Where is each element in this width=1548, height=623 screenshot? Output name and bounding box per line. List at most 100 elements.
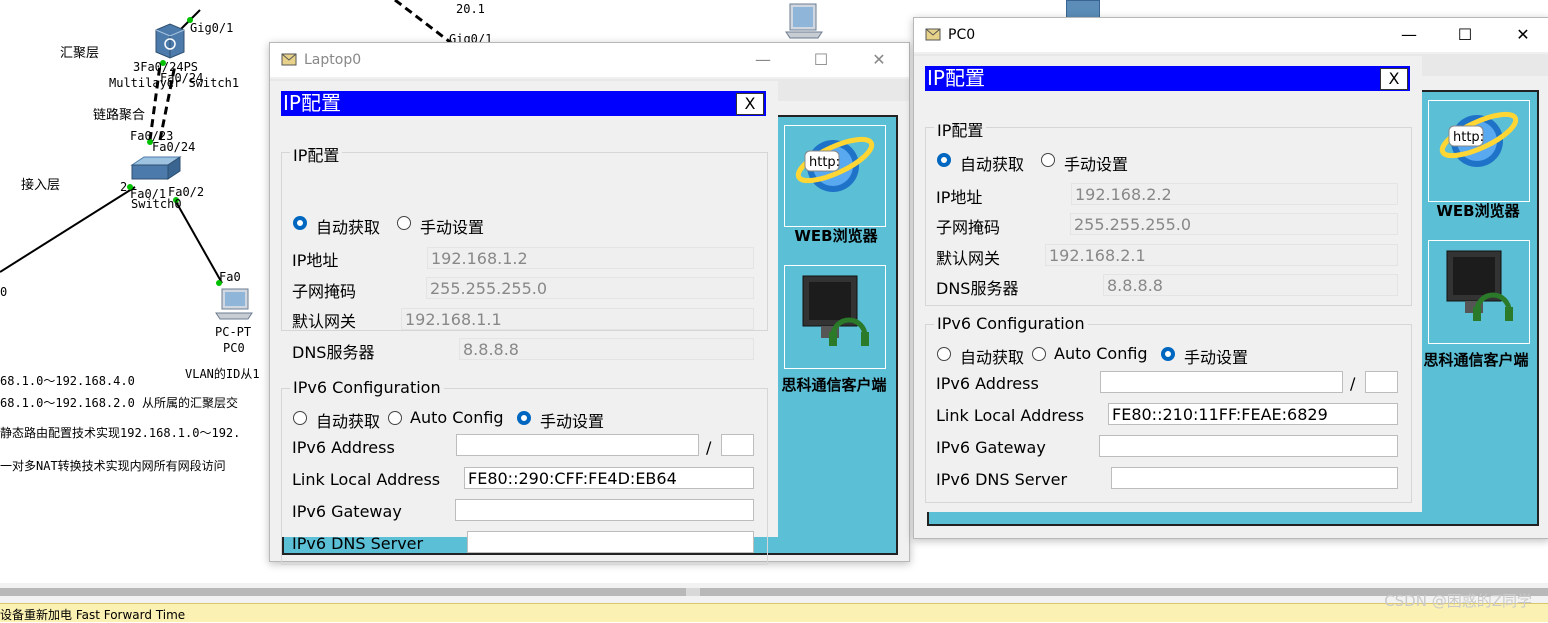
laptop0-ipv6-dns-field[interactable] [467,531,754,553]
status-bar: 设备重新加电 Fast Forward Time [0,603,1548,622]
laptop0-v6-manual-radio[interactable] [517,411,531,425]
pc0-window[interactable]: PC0 — ☐ ✕ http: WEB浏览器 思科通信客户端 IP配置 X IP… [913,17,1548,539]
switch-icon[interactable] [130,155,182,183]
laptop0-ip-config-title: IP配置 [283,91,341,115]
laptop0-dns-label: DNS服务器 [292,343,375,362]
pc0-ip-config-panel: IP配置 X IP配置 自动获取 手动设置 IP地址 192.168.2.2 子… [914,56,1422,512]
laptop0-dhcp-label[interactable]: 自动获取 [316,214,380,238]
pc0-ip-address-field[interactable]: 192.168.2.2 [1071,183,1398,205]
pc0-v6-manual-radio[interactable] [1161,347,1175,361]
sw-left-port-label: 2 [120,180,128,194]
scrollbar-thumb-left[interactable] [0,588,686,596]
laptop-icon[interactable] [784,0,824,40]
laptop0-v6-auto-label[interactable]: 自动获取 [316,408,380,432]
pc-type-label: PC-PT [215,325,252,339]
switch-name-label: Switch0 [131,197,182,211]
laptop0-ipv6-address-field[interactable] [456,434,699,456]
pc0-gateway-field[interactable]: 192.168.2.1 [1045,244,1398,266]
pc0-ipv6-dns-field[interactable] [1111,467,1398,489]
pc0-ipv6-address-field[interactable] [1100,371,1343,393]
pc0-v6-autoconfig-radio[interactable] [1032,347,1046,361]
pc0-dhcp-label[interactable]: 自动获取 [960,151,1024,175]
laptop0-close-button[interactable]: ✕ [856,43,902,77]
laptop0-subnet-mask-field[interactable]: 255.255.255.0 [426,277,754,299]
link-aggregation-label: 链路聚合 [93,108,146,123]
access-layer-label: 接入层 [21,178,61,193]
laptop0-ipv6-dns-label: IPv6 DNS Server [292,534,424,553]
laptop0-subnet-mask-label: 子网掩码 [292,282,357,301]
pc0-ip-config-titlebar: IP配置 X [925,66,1410,91]
laptop0-ipv6-group-title: IPv6 Configuration [290,378,444,397]
pc0-subnet-mask-field[interactable]: 255.255.255.0 [1070,213,1398,235]
note-line-1: 68.1.0～192.168.4.0 [0,374,135,388]
laptop0-link-local-field[interactable]: FE80::290:CFF:FE4D:EB64 [464,467,754,489]
pc0-maximize-button[interactable]: ☐ [1442,18,1488,52]
pc0-web-browser-label: WEB浏览器 [1436,202,1520,220]
pc0-close-button[interactable]: ✕ [1500,18,1546,52]
pc0-ip-config-title: IP配置 [927,66,985,90]
pc0-ipv6-address-label: IPv6 Address [936,374,1039,393]
laptop0-gateway-field[interactable]: 192.168.1.1 [401,308,754,330]
packet-tracer-icon [925,28,941,41]
laptop0-v6-auto-radio[interactable] [293,411,307,425]
pc0-static-label[interactable]: 手动设置 [1064,151,1128,175]
laptop0-ipv6-gateway-field[interactable] [455,499,754,521]
pc0-dhcp-radio[interactable] [937,153,951,167]
note-line-2: 68.1.0～192.168.2.0 从所属的汇聚层交 [0,396,239,410]
laptop0-ipv6-gateway-label: IPv6 Gateway [292,502,402,521]
headset-monitor-icon [802,275,869,346]
pc0-http-text: http: [1453,130,1485,145]
pc-icon[interactable] [214,287,254,323]
laptop0-http-text: http: [809,155,841,170]
pc0-gateway-label: 默认网关 [936,249,1001,268]
laptop0-web-browser-label: WEB浏览器 [794,227,878,245]
pc0-dns-field[interactable]: 8.8.8.8 [1103,274,1398,296]
laptop0-v6-manual-label[interactable]: 手动设置 [540,408,604,432]
laptop0-link-local-label: Link Local Address [292,470,441,489]
laptop0-ip-config-panel: IP配置 X IP配置 自动获取 手动设置 IP地址 192.168.1.2 子… [270,81,778,565]
pc0-ipv6-group-title: IPv6 Configuration [934,314,1088,333]
ms-fa024-label: Fa0/24 [160,71,204,85]
pc-fa0-label: Fa0 [219,270,241,284]
pc0-v6-auto-radio[interactable] [937,347,951,361]
laptop0-static-label[interactable]: 手动设置 [420,214,484,238]
laptop0-dhcp-radio[interactable] [293,216,307,230]
pc0-v6-manual-label[interactable]: 手动设置 [1184,344,1248,368]
laptop0-maximize-button[interactable]: ☐ [798,43,844,77]
laptop0-dns-field[interactable]: 8.8.8.8 [459,338,754,360]
pc0-v6-auto-label[interactable]: 自动获取 [960,344,1024,368]
laptop0-minimize-button[interactable]: — [740,43,786,77]
pc0-ip-config-close-button[interactable]: X [1380,68,1408,90]
pc0-ipv6-gateway-field[interactable] [1099,435,1398,457]
pc0-v6-autoconfig-label[interactable]: Auto Config [1054,344,1148,363]
pc0-ipv6-dns-label: IPv6 DNS Server [936,470,1068,489]
left-zero-label: 0 [0,285,8,299]
laptop0-ip-address-field[interactable]: 192.168.1.2 [427,247,754,269]
pc0-ipv6-prefix-field[interactable] [1365,371,1398,393]
server-icon[interactable] [1066,0,1100,18]
pc0-dns-label: DNS服务器 [936,279,1019,298]
laptop0-static-radio[interactable] [397,216,411,230]
laptop0-ip-config-close-button[interactable]: X [736,93,764,115]
laptop0-ipv6-prefix-field[interactable] [721,434,754,456]
pc0-subnet-mask-label: 子网掩码 [936,218,1001,237]
pc0-static-radio[interactable] [1041,153,1055,167]
multilayer-switch-icon[interactable] [153,22,187,60]
laptop0-titlebar[interactable]: Laptop0 — ☐ ✕ [270,43,909,77]
laptop0-v6-autoconfig-label[interactable]: Auto Config [410,408,504,427]
laptop0-ip-address-label: IP地址 [292,251,339,270]
laptop0-web-browser-tile[interactable]: http: [784,125,886,227]
laptop0-cisco-client-tile[interactable] [784,265,886,369]
laptop0-gateway-label: 默认网关 [292,312,357,331]
pc0-web-browser-tile[interactable]: http: [1428,100,1530,202]
pc0-minimize-button[interactable]: — [1386,18,1432,52]
laptop0-window[interactable]: Laptop0 — ☐ ✕ http: WEB浏览器 思科通信客户端 IP配置 … [269,42,910,565]
laptop0-ip-config-titlebar: IP配置 X [281,91,766,116]
pc0-titlebar[interactable]: PC0 — ☐ ✕ [914,18,1548,52]
note-line-3: 静态路由配置技术实现192.168.1.0～192. [0,426,241,440]
laptop0-v6-autoconfig-radio[interactable] [388,411,402,425]
pc0-ipv4-group-title: IP配置 [934,117,987,141]
pc0-cisco-client-tile[interactable] [1428,240,1530,344]
aggregation-layer-label: 汇聚层 [60,46,100,61]
pc0-link-local-field[interactable]: FE80::210:11FF:FEAE:6829 [1108,403,1398,425]
